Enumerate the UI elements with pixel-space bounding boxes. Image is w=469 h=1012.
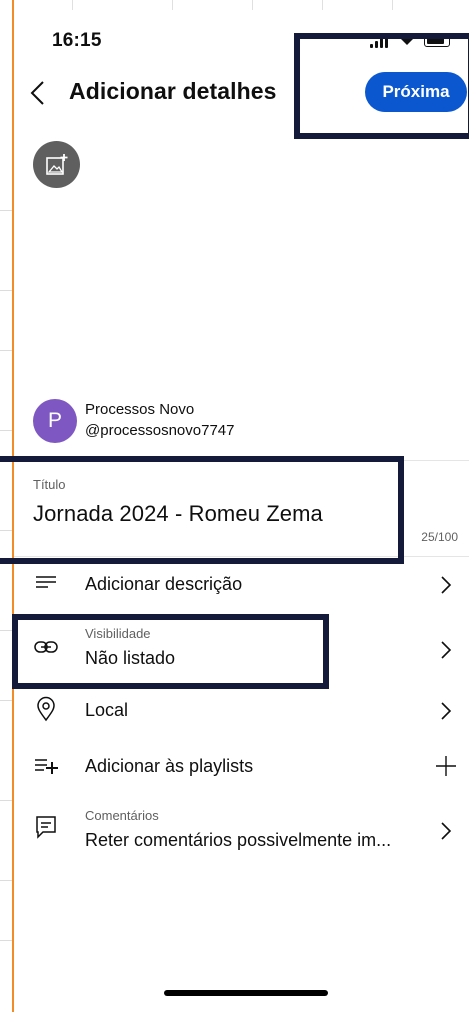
channel-avatar: P bbox=[33, 399, 77, 443]
add-to-playlists-row[interactable]: Adicionar às playlists bbox=[14, 744, 469, 788]
location-label: Local bbox=[85, 700, 129, 720]
plus-icon bbox=[436, 756, 456, 776]
divider bbox=[14, 556, 469, 557]
add-thumbnail-button[interactable] bbox=[33, 141, 80, 188]
next-button[interactable]: Próxima bbox=[365, 72, 467, 112]
visibility-row[interactable]: Visibilidade Não listado bbox=[14, 616, 469, 678]
chevron-right-icon bbox=[441, 822, 452, 840]
comment-icon bbox=[36, 816, 56, 839]
channel-name: Processos Novo bbox=[85, 401, 195, 418]
channel-handle: @processosnovo7747 bbox=[85, 422, 235, 439]
add-image-icon bbox=[45, 153, 67, 175]
location-pin-icon bbox=[37, 696, 55, 722]
link-icon bbox=[34, 641, 58, 653]
title-char-counter: 25/100 bbox=[421, 530, 458, 544]
comments-value: Reter comentários possivelmente im... bbox=[85, 830, 392, 850]
home-indicator[interactable] bbox=[164, 990, 328, 996]
wifi-icon bbox=[399, 34, 415, 45]
background-sheet bbox=[0, 0, 12, 1012]
title-field-label: Título bbox=[33, 477, 66, 492]
add-description-row[interactable]: Adicionar descrição bbox=[14, 562, 469, 606]
comments-row[interactable]: Comentários Reter comentários possivelme… bbox=[14, 800, 469, 862]
comments-caption: Comentários bbox=[85, 808, 159, 823]
status-time: 16:15 bbox=[52, 30, 102, 51]
signal-icon bbox=[370, 36, 390, 48]
phone-screen: 16:15 Adicionar detalhes Próxima P Proce… bbox=[14, 10, 469, 1012]
page-title: Adicionar detalhes bbox=[69, 78, 277, 104]
back-arrow-icon[interactable] bbox=[28, 78, 48, 108]
description-icon bbox=[36, 576, 56, 588]
battery-icon bbox=[424, 33, 450, 47]
chevron-right-icon bbox=[441, 702, 452, 720]
chevron-right-icon bbox=[441, 641, 452, 659]
playlist-add-icon bbox=[35, 759, 58, 774]
chevron-right-icon bbox=[441, 576, 452, 594]
location-row[interactable]: Local bbox=[14, 688, 469, 732]
add-to-playlists-label: Adicionar às playlists bbox=[85, 756, 254, 776]
visibility-caption: Visibilidade bbox=[85, 626, 151, 641]
add-description-label: Adicionar descrição bbox=[85, 574, 243, 594]
divider bbox=[14, 460, 469, 461]
title-input[interactable]: Jornada 2024 - Romeu Zema bbox=[33, 501, 323, 527]
visibility-value: Não listado bbox=[85, 648, 176, 668]
